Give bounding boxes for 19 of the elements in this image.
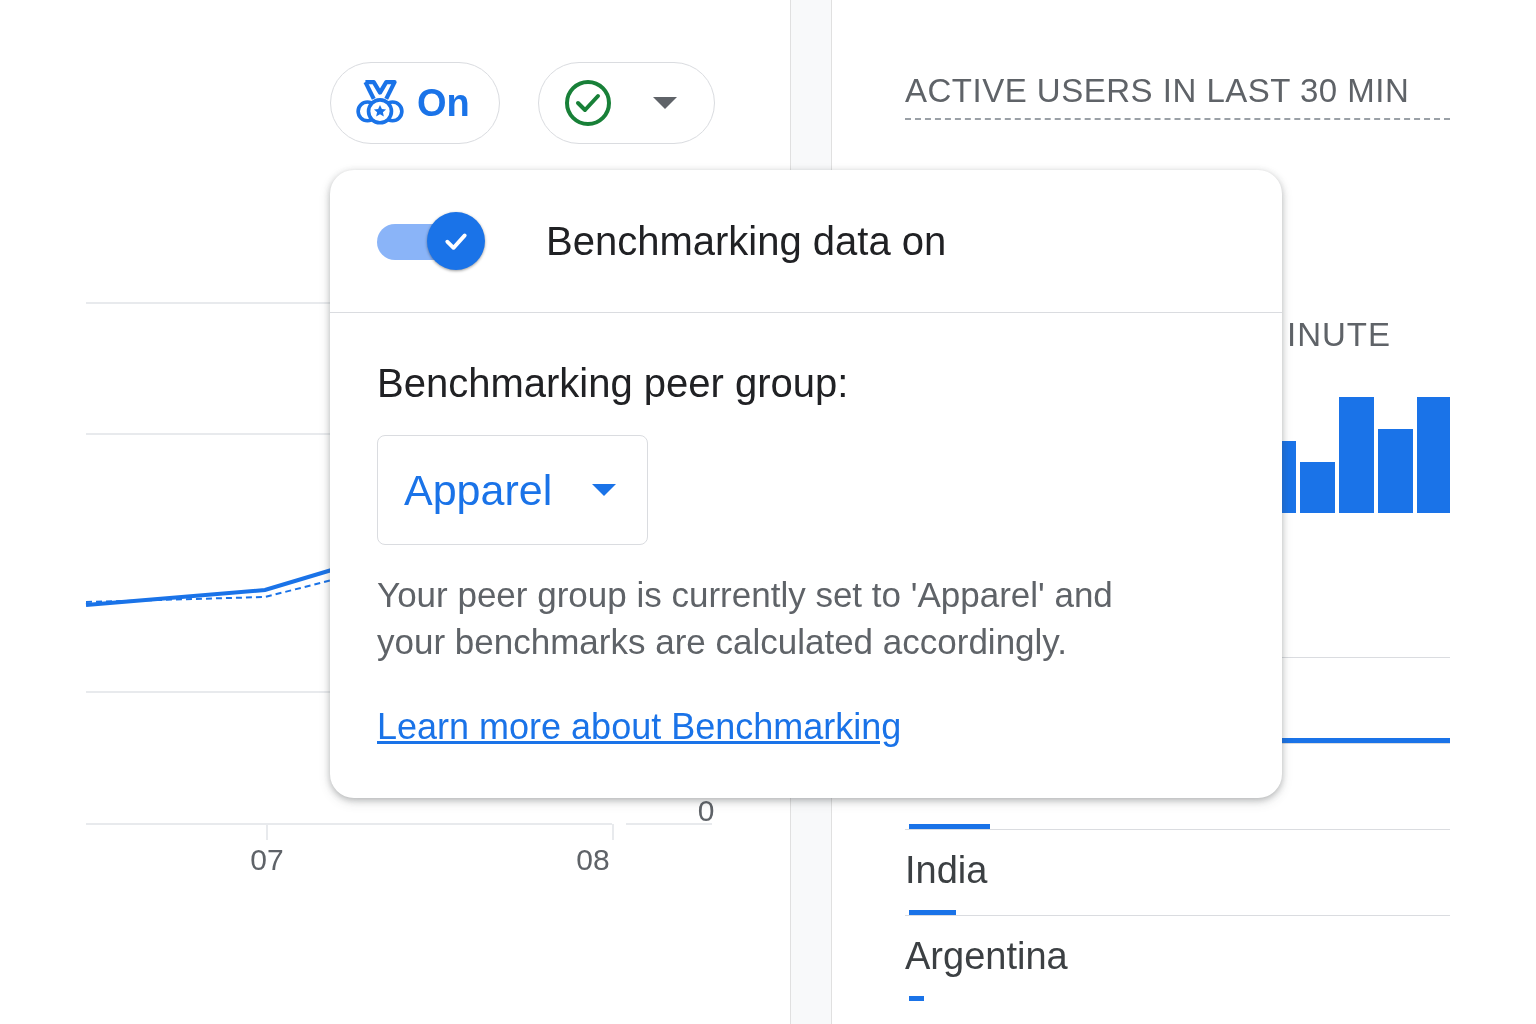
chart-title: INUTE bbox=[1287, 316, 1391, 353]
caret-icon bbox=[592, 484, 617, 496]
card-title: ACTIVE USERS IN LAST 30 MIN bbox=[905, 72, 1450, 120]
axis-label: 07 bbox=[250, 843, 284, 876]
field-label: Benchmarking peer group: bbox=[377, 361, 849, 405]
learn-more-link[interactable]: Learn more about Benchmarking bbox=[377, 707, 902, 747]
toggle-label: Benchmarking data on bbox=[546, 218, 947, 264]
description-text: Your peer group is currently set to 'Apparel' and your benchmarks are calculated accordingly. bbox=[377, 574, 1114, 663]
medal-icon bbox=[355, 78, 405, 128]
country-name: Argentina bbox=[905, 934, 1068, 978]
chart-bar bbox=[1300, 462, 1335, 513]
benchmark-button[interactable]: On bbox=[330, 62, 500, 144]
axis-label: 0 bbox=[697, 794, 715, 827]
caret-icon bbox=[653, 97, 677, 109]
toggle-switch[interactable] bbox=[377, 211, 485, 271]
country-name: India bbox=[905, 848, 988, 892]
axis-label: 08 bbox=[576, 843, 610, 876]
check-circle-icon bbox=[563, 78, 613, 128]
peer-group-dropdown[interactable]: Apparel bbox=[377, 435, 648, 545]
